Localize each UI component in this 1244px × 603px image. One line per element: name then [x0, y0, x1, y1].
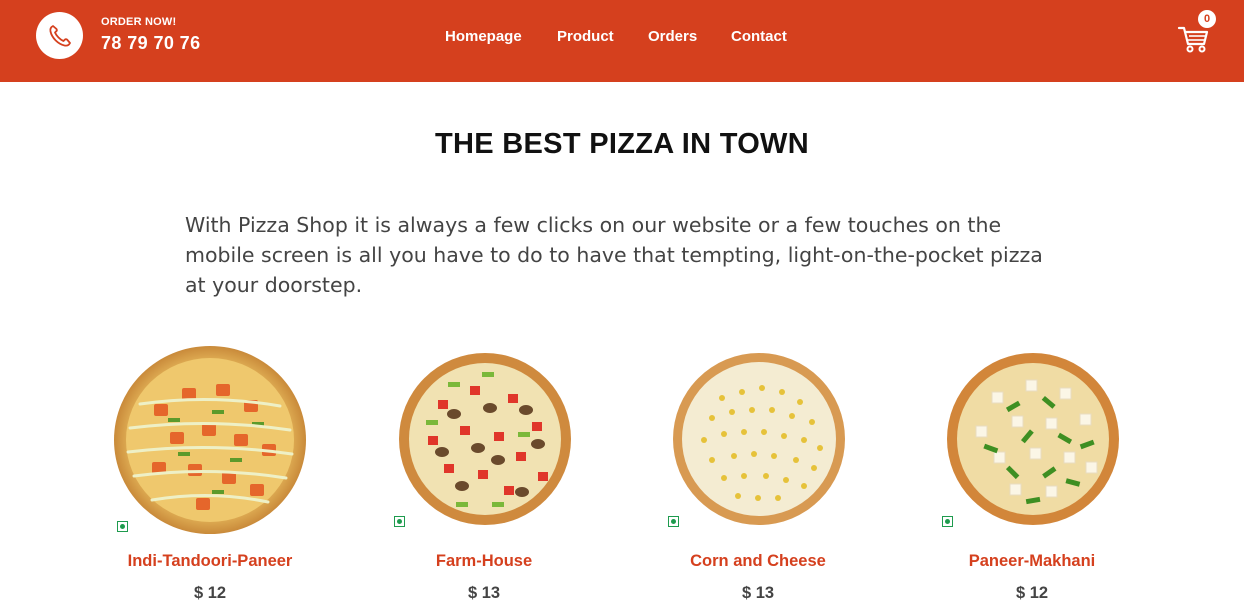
- page-title: THE BEST PIZZA IN TOWN: [435, 128, 809, 160]
- pizza-image[interactable]: [398, 352, 572, 526]
- product-price: $ 12: [1015, 584, 1049, 602]
- product-card[interactable]: Indi-Tandoori-Paneer $ 12: [90, 340, 330, 602]
- veg-indicator-icon: [668, 516, 679, 527]
- veg-indicator-icon: [394, 516, 405, 527]
- nav-menu: Homepage Product Orders Contact: [0, 28, 1244, 48]
- product-card[interactable]: Corn and Cheese $ 13: [638, 340, 878, 602]
- pizza-image[interactable]: [946, 352, 1120, 526]
- product-name[interactable]: Paneer-Makhani: [912, 552, 1152, 571]
- navbar: ORDER NOW! 78 79 70 76 Homepage Product …: [0, 0, 1244, 82]
- product-price: $ 13: [741, 584, 775, 602]
- product-card[interactable]: Paneer-Makhani $ 12: [912, 340, 1152, 602]
- veg-indicator-icon: [117, 521, 128, 532]
- cart-count-badge: 0: [1198, 10, 1216, 28]
- product-name[interactable]: Corn and Cheese: [638, 552, 878, 571]
- product-card[interactable]: Farm-House $ 13: [364, 340, 604, 602]
- nav-product[interactable]: Product: [557, 28, 614, 45]
- order-now-label: ORDER NOW!: [101, 16, 177, 28]
- product-price: $ 13: [467, 584, 501, 602]
- product-name[interactable]: Farm-House: [364, 552, 604, 571]
- product-name[interactable]: Indi-Tandoori-Paneer: [90, 552, 330, 571]
- pizza-image[interactable]: [672, 352, 846, 526]
- nav-orders[interactable]: Orders: [648, 28, 697, 45]
- pizza-image[interactable]: [112, 344, 308, 536]
- product-price: $ 12: [193, 584, 227, 602]
- veg-indicator-icon: [942, 516, 953, 527]
- nav-contact[interactable]: Contact: [731, 28, 787, 45]
- intro-text: With Pizza Shop it is always a few click…: [185, 213, 1043, 297]
- cart-button[interactable]: 0: [1176, 10, 1222, 54]
- nav-homepage[interactable]: Homepage: [445, 28, 522, 45]
